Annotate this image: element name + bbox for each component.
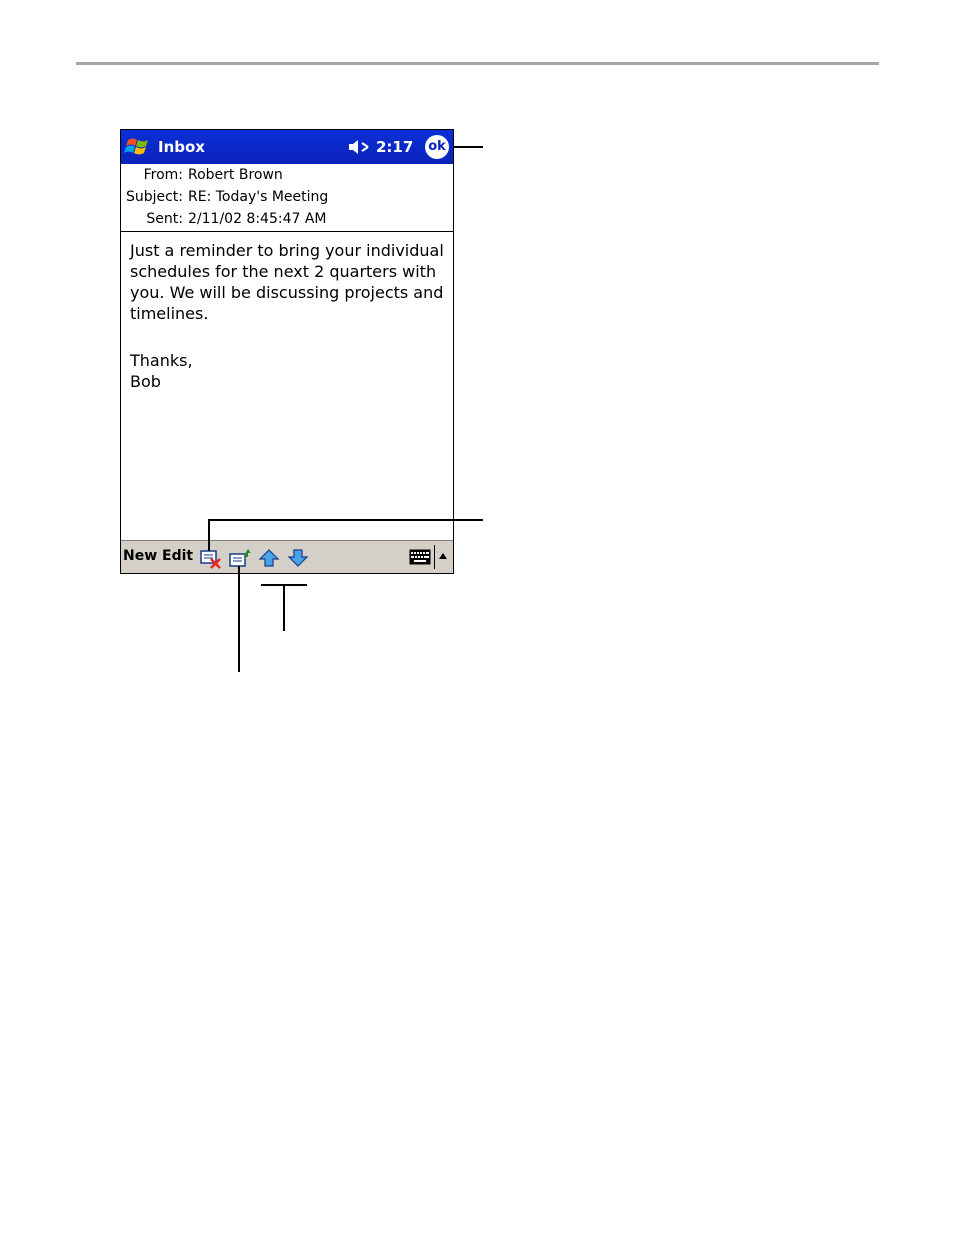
sent-value: 2/11/02 8:45:47 AM bbox=[188, 211, 327, 227]
callout-line-move bbox=[238, 566, 240, 672]
body-line: you. We will be discussing projects and bbox=[130, 283, 444, 302]
ok-button[interactable]: ok bbox=[425, 135, 449, 159]
keyboard-icon[interactable] bbox=[409, 549, 431, 565]
body-line: Just a reminder to bring your individual bbox=[130, 241, 444, 260]
message-body[interactable]: Just a reminder to bring your individual… bbox=[130, 240, 446, 392]
callout-line-delete bbox=[208, 519, 483, 521]
subject-row: Subject: RE: Today's Meeting bbox=[121, 189, 453, 211]
clock[interactable]: 2:17 bbox=[376, 138, 413, 156]
page-top-rule bbox=[76, 62, 879, 65]
next-message-icon[interactable] bbox=[287, 547, 309, 569]
command-bar: New Edit bbox=[121, 540, 453, 573]
sip-arrow-icon[interactable] bbox=[438, 552, 448, 560]
sent-label: Sent: bbox=[146, 211, 183, 227]
new-menu[interactable]: New bbox=[123, 548, 157, 564]
move-message-icon[interactable] bbox=[229, 547, 251, 569]
app-title[interactable]: Inbox bbox=[158, 138, 205, 156]
signoff-line: Bob bbox=[130, 372, 161, 391]
subject-label: Subject: bbox=[125, 189, 183, 205]
message-header: From: Robert Brown Subject: RE: Today's … bbox=[121, 164, 453, 232]
pocket-pc-screen: Inbox 2:17 ok From: Robert Brown Subject… bbox=[120, 129, 454, 574]
sent-row: Sent: 2/11/02 8:45:47 AM bbox=[121, 211, 453, 233]
from-label: From: bbox=[143, 167, 183, 183]
title-bar: Inbox 2:17 ok bbox=[121, 130, 453, 164]
previous-message-icon[interactable] bbox=[258, 547, 280, 569]
from-row: From: Robert Brown bbox=[121, 167, 453, 189]
subject-value: RE: Today's Meeting bbox=[188, 189, 329, 205]
callout-line-delete-drop bbox=[208, 519, 210, 551]
speaker-muted-icon[interactable] bbox=[347, 138, 371, 156]
toolbar-separator bbox=[434, 545, 435, 569]
callout-line-arrows-drop bbox=[283, 584, 285, 631]
body-line: schedules for the next 2 quarters with bbox=[130, 262, 437, 281]
signoff-line: Thanks, bbox=[130, 351, 193, 370]
from-value: Robert Brown bbox=[188, 167, 283, 183]
edit-menu[interactable]: Edit bbox=[162, 548, 193, 564]
body-line: timelines. bbox=[130, 304, 209, 323]
delete-message-icon[interactable] bbox=[200, 547, 222, 569]
windows-start-icon[interactable] bbox=[124, 134, 154, 160]
callout-line-ok bbox=[454, 146, 483, 148]
